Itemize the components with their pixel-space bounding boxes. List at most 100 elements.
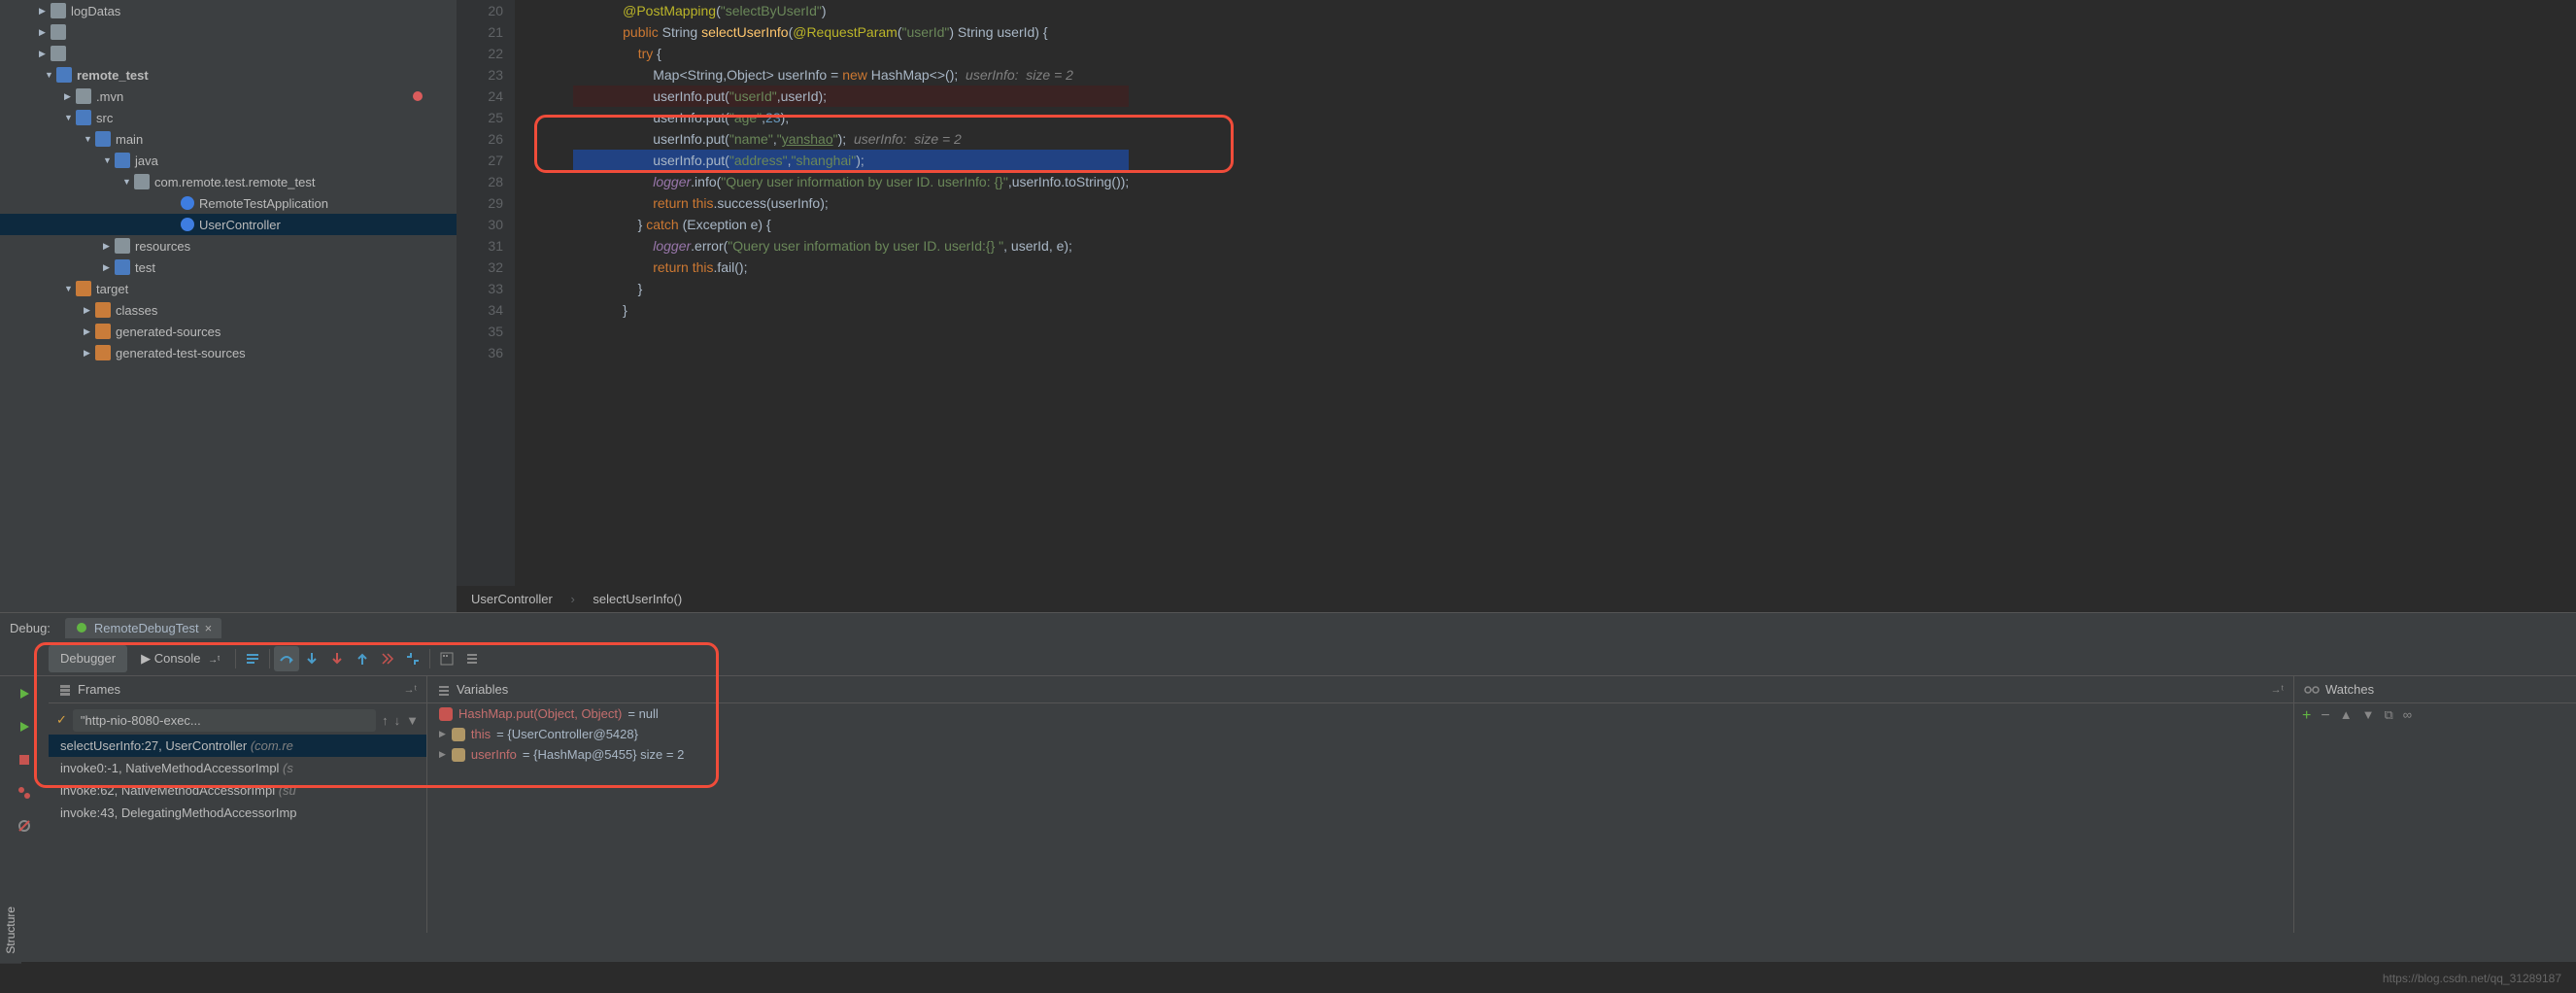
expand-arrow-icon[interactable]: ▶ <box>84 326 95 337</box>
expand-arrow-icon[interactable]: ▶ <box>39 27 51 38</box>
tree-item[interactable]: ▼ java <box>0 150 457 171</box>
tree-item[interactable]: UserController <box>0 214 457 235</box>
evaluate-expression-button[interactable] <box>434 646 459 671</box>
expand-arrow-icon[interactable]: ▶ <box>439 749 446 760</box>
expand-arrow-icon[interactable]: ▶ <box>39 6 51 17</box>
tree-item[interactable]: ▶ test <box>0 257 457 278</box>
code-line[interactable]: userInfo.put("address","shanghai"); <box>573 150 1129 171</box>
variables-restore-icon[interactable]: →ᵗ <box>2271 684 2284 696</box>
expand-arrow-icon[interactable]: ▶ <box>103 262 115 273</box>
code-line[interactable]: @PostMapping("selectByUserId") <box>573 0 1129 21</box>
expand-arrow-icon[interactable]: ▶ <box>64 91 76 102</box>
add-watch-icon[interactable]: + <box>2302 707 2311 725</box>
expand-arrow-icon[interactable]: ▶ <box>39 49 51 59</box>
frames-restore-icon[interactable]: →ᵗ <box>404 684 417 696</box>
expand-arrow-icon[interactable]: ▶ <box>84 348 95 359</box>
variable-item[interactable]: ▶this = {UserController@5428} <box>427 724 2293 744</box>
debug-label: Debug: <box>10 621 51 635</box>
breadcrumb-method[interactable]: selectUserInfo() <box>593 592 682 606</box>
stop-button[interactable] <box>12 747 37 772</box>
watch-up-icon[interactable]: ▲ <box>2340 707 2353 725</box>
frame-item[interactable]: invoke:43, DelegatingMethodAccessorImp <box>49 802 426 824</box>
run-to-cursor-button[interactable] <box>400 646 425 671</box>
code-line[interactable] <box>573 342 1129 363</box>
expand-arrow-icon[interactable]: ▶ <box>439 729 446 739</box>
settings-button[interactable] <box>459 646 485 671</box>
resume-button[interactable] <box>12 714 37 739</box>
code-line[interactable]: } <box>573 278 1129 299</box>
variable-item[interactable]: ▶userInfo = {HashMap@5455} size = 2 <box>427 744 2293 765</box>
code-line[interactable]: } catch (Exception e) { <box>573 214 1129 235</box>
tree-item[interactable]: ▶ <box>0 43 457 64</box>
watch-down-icon[interactable]: ▼ <box>2362 707 2375 725</box>
tree-item[interactable]: ▼ target <box>0 278 457 299</box>
class-icon <box>181 218 194 231</box>
debug-config-tab[interactable]: RemoteDebugTest × <box>65 618 221 638</box>
tree-item[interactable]: ▼ com.remote.test.remote_test <box>0 171 457 192</box>
frame-item[interactable]: invoke:62, NativeMethodAccessorImpl (su <box>49 779 426 802</box>
breadcrumb-class[interactable]: UserController <box>471 592 553 606</box>
show-execution-point-button[interactable] <box>240 646 265 671</box>
expand-arrow-icon[interactable]: ▼ <box>84 134 95 144</box>
structure-tab[interactable]: Structure <box>0 897 21 964</box>
code-line[interactable]: } <box>573 299 1129 321</box>
tree-item[interactable]: ▼ remote_test <box>0 64 457 86</box>
tree-item[interactable]: ▶ .mvn <box>0 86 457 107</box>
step-over-button[interactable] <box>274 646 299 671</box>
expand-arrow-icon[interactable]: ▼ <box>122 177 134 187</box>
breadcrumb[interactable]: UserController › selectUserInfo() <box>457 586 2576 612</box>
tree-item[interactable]: ▶ generated-test-sources <box>0 342 457 363</box>
folder-orange-icon <box>95 324 111 339</box>
force-step-into-button[interactable] <box>324 646 350 671</box>
tree-item[interactable]: ▶ resources <box>0 235 457 257</box>
frame-item[interactable]: invoke0:-1, NativeMethodAccessorImpl (s <box>49 757 426 779</box>
tree-item[interactable]: ▶ classes <box>0 299 457 321</box>
debug-bug-icon <box>75 621 88 634</box>
code-line[interactable]: userInfo.put("name","yanshao"); userInfo… <box>573 128 1129 150</box>
variable-item[interactable]: HashMap.put(Object, Object) = null <box>427 703 2293 724</box>
expand-arrow-icon[interactable]: ▼ <box>45 70 56 80</box>
code-line[interactable]: return this.success(userInfo); <box>573 192 1129 214</box>
code-line[interactable]: try { <box>573 43 1129 64</box>
nav-down-icon[interactable]: ↓ <box>394 713 401 728</box>
code-line[interactable]: userInfo.put("userId",userId); <box>573 86 1129 107</box>
copy-watch-icon[interactable]: ⧉ <box>2384 707 2392 725</box>
close-icon[interactable]: × <box>205 621 213 635</box>
breakpoint-icon[interactable] <box>413 91 423 101</box>
code-line[interactable]: return this.fail(); <box>573 257 1129 278</box>
thread-selector[interactable] <box>73 709 376 732</box>
filter-icon[interactable]: ▼ <box>406 713 419 728</box>
link-watch-icon[interactable]: ∞ <box>2403 707 2412 725</box>
folder-blue-icon <box>95 131 111 147</box>
tree-item[interactable]: RemoteTestApplication <box>0 192 457 214</box>
expand-arrow-icon[interactable]: ▼ <box>103 155 115 165</box>
rerun-button[interactable] <box>12 681 37 706</box>
tab-debugger[interactable]: Debugger <box>49 645 127 672</box>
expand-arrow-icon[interactable]: ▼ <box>64 113 76 122</box>
drop-frame-button[interactable] <box>375 646 400 671</box>
step-out-button[interactable] <box>350 646 375 671</box>
folder-blue-icon <box>56 67 72 83</box>
code-area[interactable]: @PostMapping("selectByUserId") public St… <box>573 0 1129 586</box>
code-line[interactable] <box>573 321 1129 342</box>
tree-item[interactable]: ▶ <box>0 21 457 43</box>
frame-item[interactable]: selectUserInfo:27, UserController (com.r… <box>49 735 426 757</box>
expand-arrow-icon[interactable]: ▶ <box>103 241 115 252</box>
tree-item[interactable]: ▼ main <box>0 128 457 150</box>
expand-arrow-icon[interactable]: ▶ <box>84 305 95 316</box>
code-line[interactable]: public String selectUserInfo(@RequestPar… <box>573 21 1129 43</box>
tab-console[interactable]: ▶ Console →ᵗ <box>129 645 231 672</box>
nav-up-icon[interactable]: ↑ <box>382 713 389 728</box>
tree-item[interactable]: ▶ logDatas <box>0 0 457 21</box>
expand-arrow-icon[interactable]: ▼ <box>64 284 76 293</box>
remove-watch-icon[interactable]: − <box>2321 707 2329 725</box>
code-line[interactable]: logger.error("Query user information by … <box>573 235 1129 257</box>
tree-item[interactable]: ▼ src <box>0 107 457 128</box>
view-breakpoints-button[interactable] <box>12 780 37 805</box>
tree-item[interactable]: ▶ generated-sources <box>0 321 457 342</box>
mute-breakpoints-button[interactable] <box>12 813 37 839</box>
code-line[interactable]: Map<String,Object> userInfo = new HashMa… <box>573 64 1129 86</box>
step-into-button[interactable] <box>299 646 324 671</box>
code-line[interactable]: userInfo.put("age",23); <box>573 107 1129 128</box>
code-line[interactable]: logger.info("Query user information by u… <box>573 171 1129 192</box>
